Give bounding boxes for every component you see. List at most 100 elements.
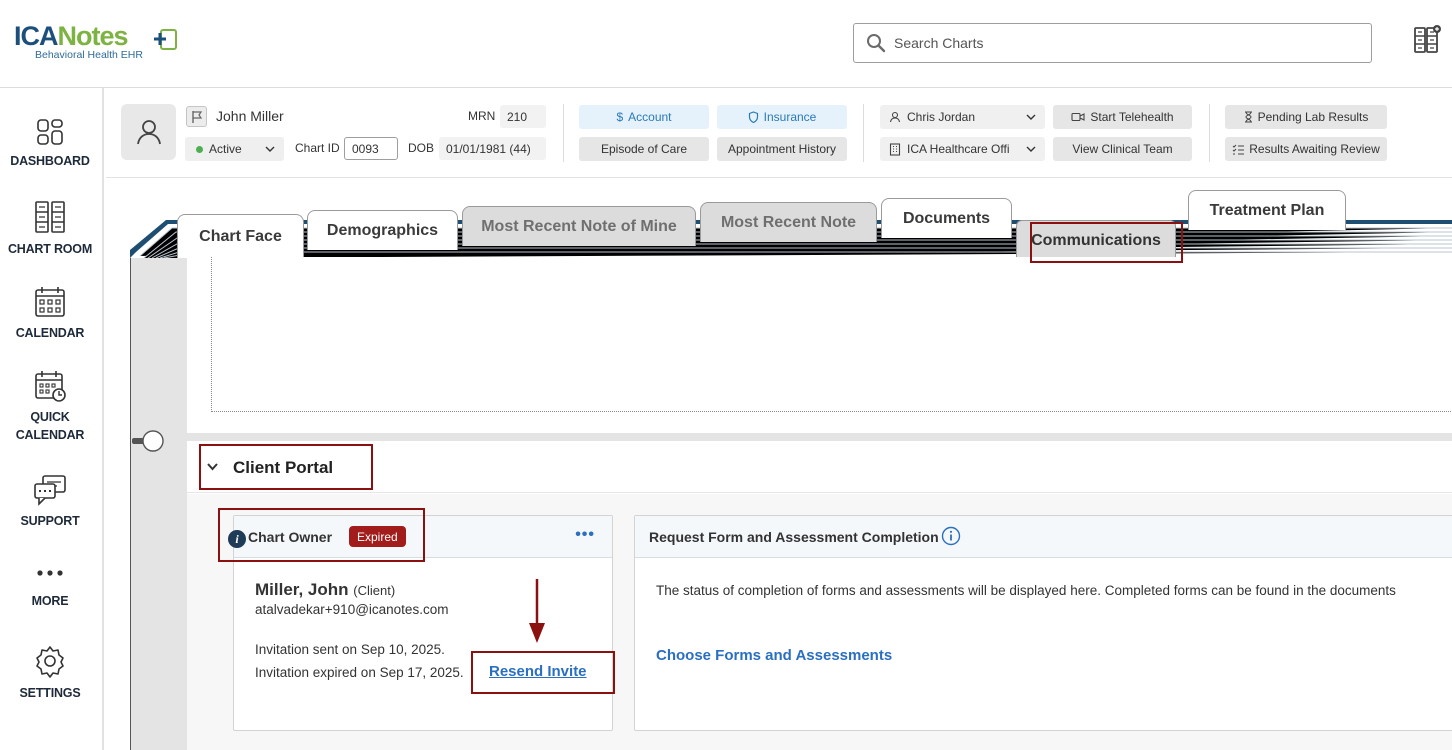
client-portal-header[interactable]: Client Portal <box>187 441 1452 493</box>
more-options-icon[interactable]: ••• <box>575 526 595 544</box>
tab-chart-face[interactable]: Chart Face <box>177 214 304 259</box>
clinician-select[interactable]: Chris Jordan <box>880 105 1045 129</box>
chevron-down-icon <box>1026 146 1036 152</box>
communications-document-area[interactable] <box>211 257 1452 412</box>
tab-documents[interactable]: Documents <box>881 198 1012 238</box>
quick-calendar-icon <box>35 371 66 402</box>
tab-treatment-plan[interactable]: Treatment Plan <box>1188 190 1346 230</box>
logo[interactable]: ICANotes Behavioral Health EHR <box>14 22 177 61</box>
status-badge: Expired <box>349 526 406 547</box>
pending-lab-results-button[interactable]: Pending Lab Results <box>1225 105 1387 129</box>
sidebar-item-calendar[interactable]: CALENDAR <box>0 286 100 342</box>
sidebar-item-more[interactable]: MORE <box>0 564 100 610</box>
chart-room-shortcut-icon[interactable] <box>1412 24 1442 54</box>
invitation-expired-text: Invitation expired on Sep 17, 2025. <box>255 665 464 680</box>
chart-owner-card: i Chart Owner Expired ••• Miller, John (… <box>228 515 613 731</box>
sidebar-item-label: CHART ROOM <box>7 242 93 256</box>
request-forms-card-header: Request Form and Assessment Completion <box>635 516 1452 558</box>
results-awaiting-review-button[interactable]: Results Awaiting Review <box>1225 137 1387 161</box>
search-input[interactable] <box>894 35 1334 51</box>
facility-value: ICA Healthcare Offi <box>907 142 1010 156</box>
request-forms-description: The status of completion of forms and as… <box>656 583 1396 598</box>
chart-content: Client Portal i Chart Owner Expired ••• … <box>130 257 1452 750</box>
divider <box>563 104 564 162</box>
insurance-label: Insurance <box>763 110 817 124</box>
resend-invite-link[interactable]: Resend Invite <box>489 663 587 680</box>
binder-gutter <box>131 258 187 750</box>
sidebar-item-label-line1: QUICK <box>30 410 70 424</box>
sidebar: DASHBOARD CHART ROOM CALENDAR QUICK CALE… <box>0 88 104 750</box>
view-clinical-team-button[interactable]: View Clinical Team <box>1053 137 1192 161</box>
chevron-down-icon <box>265 146 275 152</box>
sidebar-item-chart-room[interactable]: CHART ROOM <box>0 200 100 258</box>
divider <box>1209 104 1210 162</box>
sidebar-item-label: SETTINGS <box>19 686 81 700</box>
dashboard-icon <box>37 119 63 145</box>
owner-name-text: Miller, John <box>255 580 349 599</box>
status-value: Active <box>209 142 242 156</box>
sidebar-item-quick-calendar[interactable]: QUICK CALENDAR <box>0 370 100 444</box>
shield-icon <box>748 111 758 123</box>
chart-owner-card-header: i Chart Owner Expired ••• <box>228 516 612 558</box>
sidebar-item-label: DASHBOARD <box>10 154 90 168</box>
client-portal-body: i Chart Owner Expired ••• Miller, John (… <box>187 494 1452 750</box>
tab-communications[interactable]: Communications <box>1016 220 1176 260</box>
support-icon <box>34 475 66 506</box>
info-icon[interactable]: i <box>228 530 246 548</box>
request-forms-title: Request Form and Assessment Completion <box>649 529 939 545</box>
request-forms-card: Request Form and Assessment Completion T… <box>634 515 1452 731</box>
sidebar-item-dashboard[interactable]: DASHBOARD <box>0 118 100 170</box>
dob-label: DOB <box>408 141 435 155</box>
section-separator <box>187 433 1452 441</box>
hourglass-icon <box>1244 111 1252 123</box>
tab-demographics[interactable]: Demographics <box>307 210 458 250</box>
tab-most-recent-note-of-mine[interactable]: Most Recent Note of Mine <box>462 206 696 246</box>
start-telehealth-button[interactable]: Start Telehealth <box>1053 105 1192 129</box>
sidebar-item-label: CALENDAR <box>15 326 85 340</box>
avatar[interactable] <box>121 104 176 160</box>
chevron-down-icon[interactable] <box>206 462 219 472</box>
status-select[interactable]: Active <box>185 137 284 161</box>
video-icon <box>1071 112 1085 122</box>
checklist-icon <box>1232 144 1245 154</box>
dollar-icon: $ <box>616 110 624 124</box>
sidebar-item-support[interactable]: SUPPORT <box>0 474 100 530</box>
logo-tagline: Behavioral Health EHR <box>35 49 143 61</box>
logo-plus-icon <box>154 29 177 50</box>
results-awaiting-review-label: Results Awaiting Review <box>1249 142 1380 156</box>
annotation-arrow-icon <box>529 579 545 643</box>
tab-most-recent-note[interactable]: Most Recent Note <box>700 202 877 242</box>
settings-icon <box>36 646 64 678</box>
flag-button[interactable] <box>186 106 207 127</box>
episode-of-care-button[interactable]: Episode of Care <box>579 137 709 161</box>
patient-name: John Miller <box>216 108 284 124</box>
account-button[interactable]: $ Account <box>579 105 709 129</box>
user-icon <box>889 111 901 123</box>
app-root: ICANotes Behavioral Health EHR Search Ch… <box>0 0 1452 750</box>
chart-id-label: Chart ID <box>295 141 340 155</box>
clinician-value: Chris Jordan <box>907 110 976 124</box>
divider <box>863 104 864 162</box>
chart-binder: Chart Face Demographics Most Recent Note… <box>106 178 1452 750</box>
mrn-value: 210 <box>500 105 546 128</box>
patient-header: John Miller Active Chart ID 0093 MRN 210… <box>106 88 1452 178</box>
facility-select[interactable]: ICA Healthcare Offi <box>880 137 1045 161</box>
chart-id-field[interactable]: 0093 <box>344 137 398 160</box>
owner-role: (Client) <box>353 583 396 598</box>
client-portal-title: Client Portal <box>233 458 334 477</box>
invitation-sent-text: Invitation sent on Sep 10, 2025. <box>255 642 445 657</box>
flag-icon <box>191 110 202 123</box>
appointment-history-button[interactable]: Appointment History <box>717 137 847 161</box>
pending-lab-results-label: Pending Lab Results <box>1257 110 1369 124</box>
more-icon <box>37 570 63 576</box>
status-dot-icon <box>196 145 203 153</box>
mrn-label: MRN <box>468 109 496 123</box>
sidebar-item-settings[interactable]: SETTINGS <box>0 644 100 702</box>
insurance-button[interactable]: Insurance <box>717 105 847 129</box>
search-bar[interactable] <box>853 23 1372 63</box>
choose-forms-link[interactable]: Choose Forms and Assessments <box>656 647 892 664</box>
info-icon[interactable] <box>941 526 961 546</box>
owner-email: atalvadekar+910@icanotes.com <box>255 602 449 617</box>
chevron-down-icon <box>1026 114 1036 120</box>
user-icon <box>136 120 161 145</box>
